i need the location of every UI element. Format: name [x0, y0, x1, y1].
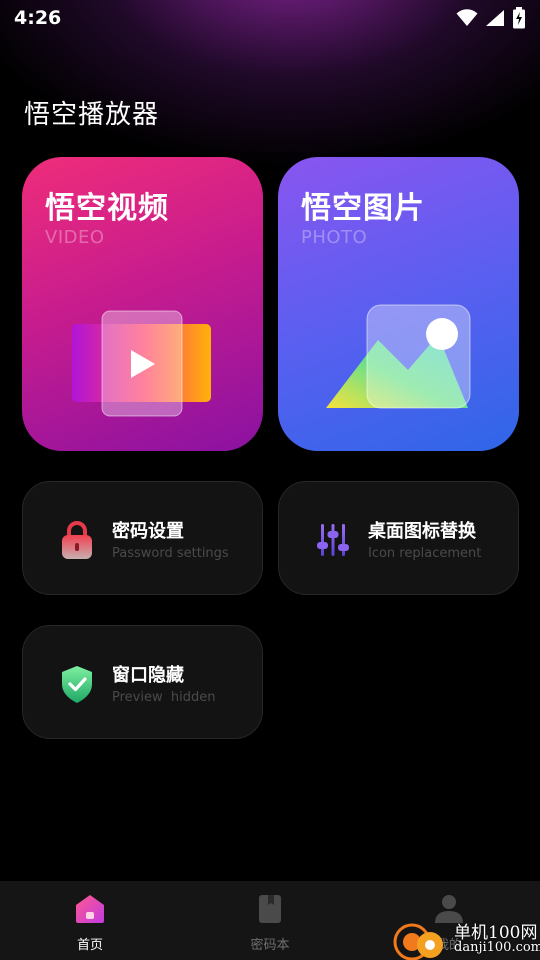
- video-play-icon: [72, 310, 211, 417]
- video-card[interactable]: 悟空视频 VIDEO: [22, 157, 263, 451]
- password-settings-card[interactable]: 密码设置 Password settings: [22, 481, 263, 595]
- shield-check-icon: [62, 666, 92, 703]
- watermark-line2: danji100.com: [454, 940, 540, 955]
- icon-replacement-card[interactable]: 桌面图标替换 Icon replacement: [278, 481, 519, 595]
- signal-icon: [486, 10, 504, 26]
- app-title: 悟空播放器: [24, 100, 160, 130]
- home-icon: [76, 895, 104, 923]
- watermark: 单机100网 danji100.com: [390, 912, 540, 960]
- status-bar: 4:26: [0, 0, 540, 36]
- lock-icon: [62, 521, 92, 559]
- status-time: 4:26: [14, 7, 62, 29]
- window-hidden-subtitle: Preview hidden: [112, 690, 216, 705]
- icon-replacement-subtitle: Icon replacement: [368, 546, 482, 561]
- status-icons: [456, 7, 526, 29]
- photo-icon: [326, 304, 471, 409]
- password-settings-title: 密码设置: [112, 521, 184, 542]
- password-settings-subtitle: Password settings: [112, 546, 229, 561]
- background-glow: [0, 0, 540, 960]
- nav-label-password-book: 密码本: [250, 938, 290, 953]
- icon-replacement-title: 桌面图标替换: [368, 521, 476, 542]
- watermark-logo: [393, 923, 443, 960]
- battery-charging-icon: [513, 7, 525, 29]
- nav-item-home[interactable]: 首页: [30, 881, 150, 960]
- sliders-icon: [317, 524, 349, 556]
- bookmark-icon: [259, 895, 281, 923]
- window-hidden-title: 窗口隐藏: [112, 665, 184, 686]
- window-hidden-card[interactable]: 窗口隐藏 Preview hidden: [22, 625, 263, 739]
- wifi-icon: [456, 9, 478, 26]
- photo-card[interactable]: 悟空图片 PHOTO: [278, 157, 519, 451]
- nav-label-home: 首页: [76, 938, 103, 953]
- nav-item-password-book[interactable]: 密码本: [210, 881, 330, 960]
